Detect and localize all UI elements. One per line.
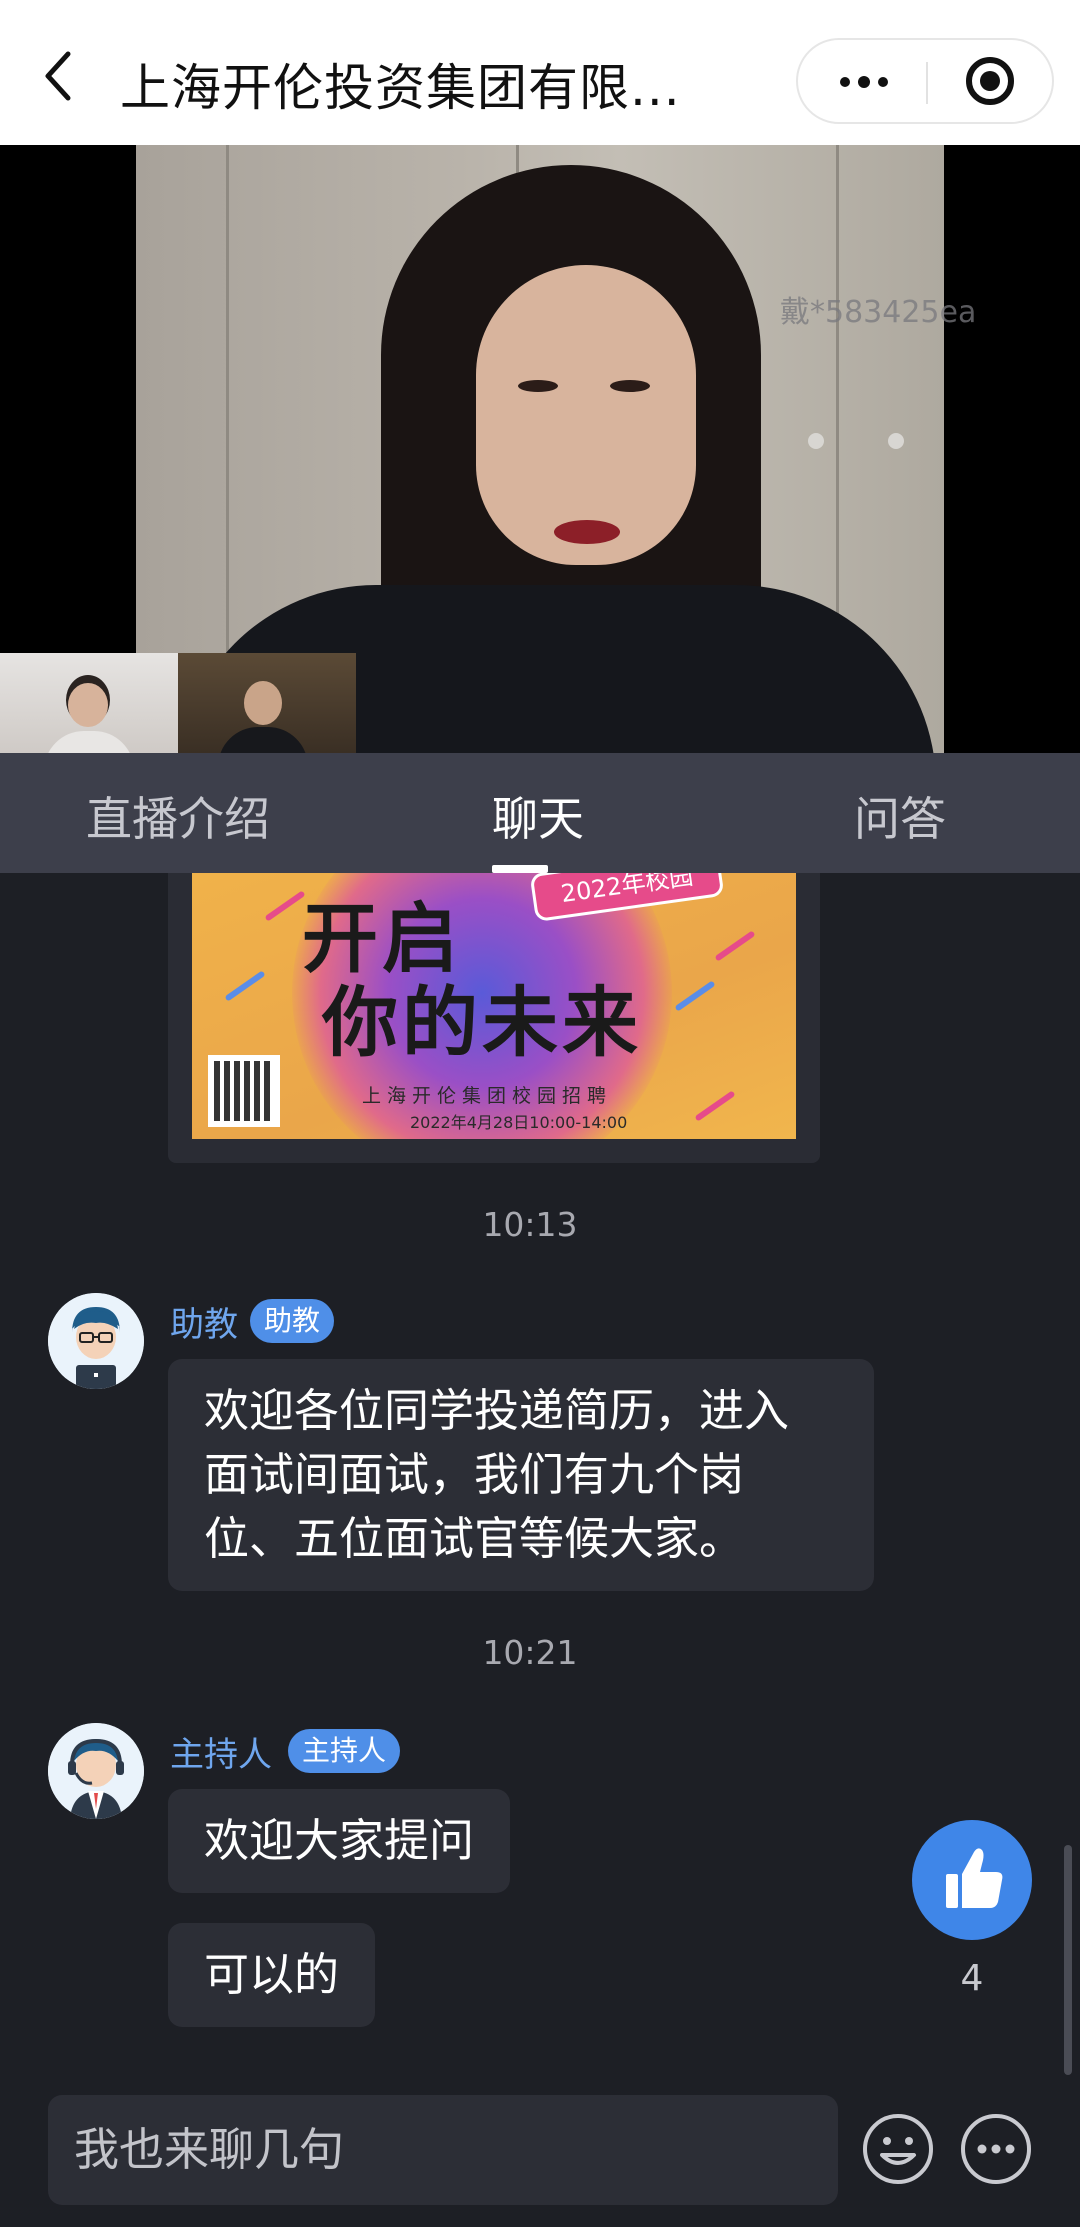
message-bubble[interactable]: 可以的 [168, 1923, 376, 2027]
back-button[interactable] [36, 46, 82, 106]
mini-program-capsule [796, 38, 1054, 124]
sender-name: 主持人 [170, 1735, 272, 1775]
more-button[interactable] [798, 40, 926, 122]
sender-name: 助教 [170, 1305, 238, 1345]
participant-thumbnail[interactable] [0, 653, 178, 753]
emoji-button[interactable] [860, 2111, 936, 2187]
page-title: 上海开伦投资集团有限... [120, 59, 681, 117]
message-timestamp: 10:13 [482, 1205, 578, 1244]
avatar[interactable] [48, 1723, 144, 1819]
participant-thumbnail[interactable] [178, 653, 356, 753]
tab-qa[interactable]: 问答 [854, 783, 946, 849]
live-video-player[interactable]: 戴*583425ea [0, 145, 1080, 753]
like-button[interactable] [912, 1820, 1032, 1940]
close-button[interactable] [928, 40, 1054, 122]
host-avatar-icon [48, 1723, 144, 1819]
title-bar: 上海开伦投资集团有限... [0, 0, 1080, 145]
assistant-avatar-icon [48, 1293, 144, 1389]
message-bubble[interactable]: 欢迎各位同学投递简历，进入 面试间面试，我们有九个岗 位、五位面试官等候大家。 [168, 1359, 874, 1591]
qr-code [208, 1055, 280, 1127]
smiley-icon [863, 2114, 933, 2184]
thumbs-up-icon [946, 1848, 1003, 1908]
poster-subtitle: 上海开伦集团校园招聘 [362, 1085, 613, 1107]
chat-input-bar: 我也来聊几句 [0, 2083, 1080, 2227]
like-count: 4 [960, 1958, 984, 1999]
viewer-watermark: 戴*583425ea [780, 295, 977, 330]
message-text-line: 欢迎各位同学投递简历，进入 [204, 1384, 790, 1437]
tab-intro[interactable]: 直播介绍 [86, 783, 270, 849]
image-message[interactable]: 2022年校园 开启 你的未来 上海开伦集团校园招聘 2022年4月28日10:… [168, 873, 820, 1163]
more-actions-button[interactable] [958, 2111, 1034, 2187]
tab-bar: 直播介绍 聊天 问答 [0, 753, 1080, 873]
message-bubble[interactable]: 欢迎大家提问 [168, 1789, 511, 1893]
recruitment-poster-image: 2022年校园 开启 你的未来 上海开伦集团校园招聘 2022年4月28日10:… [192, 873, 796, 1139]
message-timestamp: 10:21 [482, 1633, 578, 1672]
poster-date: 2022年4月28日10:00-14:00 [410, 1113, 628, 1132]
message-text: 欢迎大家提问 [204, 1814, 475, 1867]
tab-chat[interactable]: 聊天 [492, 783, 584, 849]
chat-input-field[interactable]: 我也来聊几句 [48, 2095, 838, 2205]
active-tab-indicator [492, 865, 548, 873]
avatar[interactable] [48, 1293, 144, 1389]
message-text: 可以的 [204, 1948, 340, 2001]
poster-headline: 你的未来 [322, 978, 642, 1067]
chat-scrollbar[interactable] [1064, 1845, 1072, 2075]
chevron-left-icon [45, 51, 71, 101]
message-text-line: 面试间面试，我们有九个岗 [204, 1448, 745, 1501]
more-dots-icon [840, 77, 850, 87]
more-circle-icon [961, 2114, 1031, 2184]
message-text-line: 位、五位面试官等候大家。 [204, 1512, 745, 1565]
role-badge: 主持人 [288, 1729, 401, 1773]
role-badge: 助教 [250, 1299, 335, 1343]
